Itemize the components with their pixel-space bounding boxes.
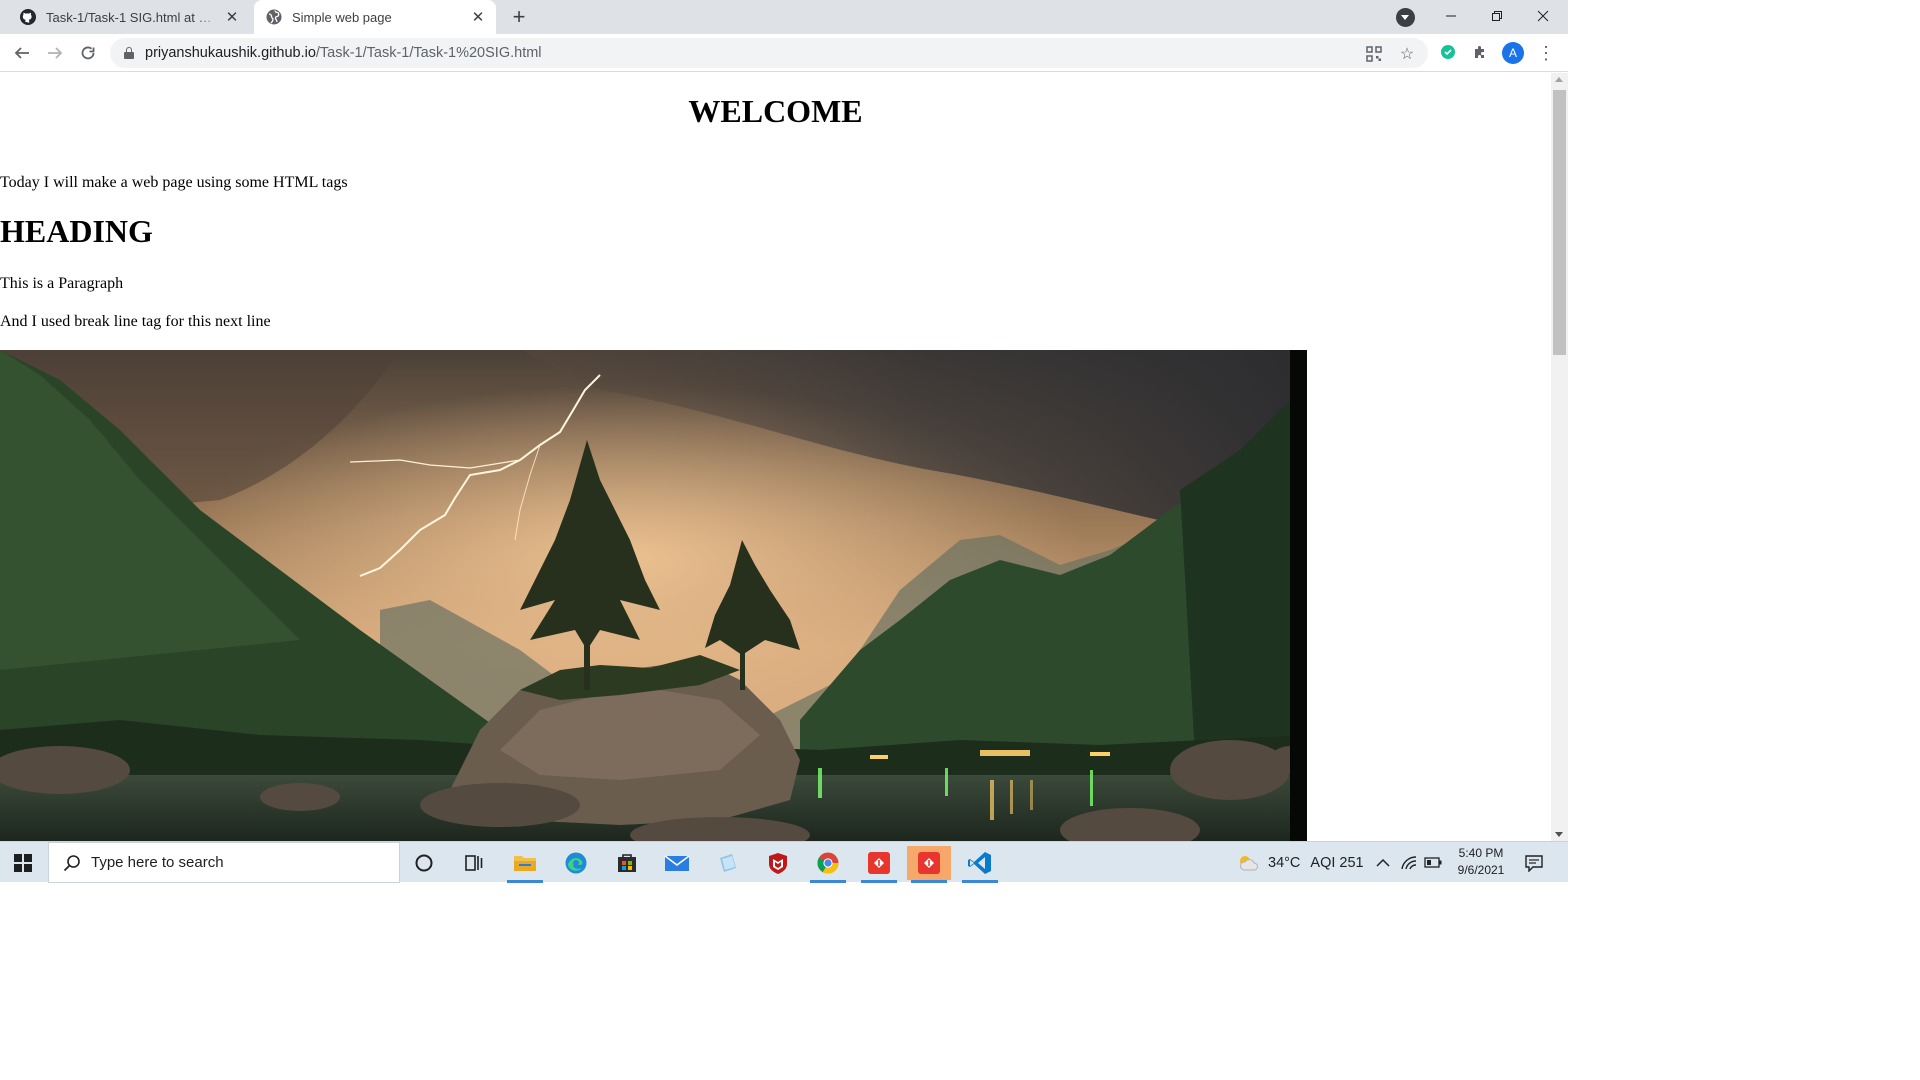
notifications-icon[interactable] <box>1524 842 1544 883</box>
tab-title: Simple web page <box>292 9 392 25</box>
url-text[interactable]: priyanshukaushik.github.io/Task-1/Task-1… <box>145 45 542 61</box>
mcafee-icon[interactable] <box>756 846 800 880</box>
network-icon[interactable] <box>1400 842 1418 883</box>
tab-simple-web-page[interactable]: Simple web page ✕ <box>254 0 496 34</box>
bookmark-star-icon[interactable]: ☆ <box>1396 43 1418 65</box>
menu-kebab-icon[interactable]: ⋮ <box>1537 40 1555 66</box>
taskbar-clock[interactable]: 5:40 PM 9/6/2021 <box>1448 845 1514 879</box>
chrome-icon[interactable] <box>806 846 850 883</box>
taskbar-search-box[interactable]: Type here to search <box>48 842 400 883</box>
close-tab-icon[interactable]: ✕ <box>222 7 242 27</box>
section-heading: HEADING <box>0 213 153 249</box>
globe-icon <box>266 9 282 25</box>
vscode-icon[interactable] <box>958 846 1002 883</box>
clock-time: 5:40 PM <box>1458 846 1504 860</box>
restore-button[interactable] <box>1474 0 1520 32</box>
welcome-heading: WELCOME <box>688 93 863 129</box>
notes-app-icon[interactable] <box>706 846 750 880</box>
task-view-icon[interactable] <box>452 846 496 880</box>
microsoft-store-icon[interactable] <box>605 846 649 880</box>
windows-taskbar: Type here to search 34°C AQI 251 5:40 PM… <box>0 841 1568 883</box>
aqi-text: AQI 251 <box>1310 854 1364 871</box>
mail-icon[interactable] <box>655 846 699 880</box>
tab-search-icon[interactable] <box>1396 8 1415 27</box>
search-placeholder: Type here to search <box>91 854 224 871</box>
extensions-puzzle-icon[interactable] <box>1468 40 1492 64</box>
break-line-text: And I used break line tag for this next … <box>0 313 271 330</box>
browser-toolbar: priyanshukaushik.github.io/Task-1/Task-1… <box>0 34 1568 72</box>
edge-browser-icon[interactable] <box>554 846 598 880</box>
windows-start-icon[interactable] <box>14 854 32 872</box>
github-icon <box>20 9 36 25</box>
profile-avatar[interactable]: A <box>1502 42 1524 64</box>
temperature-text: 34°C <box>1268 854 1301 871</box>
close-tab-icon[interactable]: ✕ <box>468 7 488 27</box>
scroll-thumb[interactable] <box>1553 90 1566 355</box>
tab-title: Task-1/Task-1 SIG.html at main · priyans… <box>46 9 222 25</box>
git-app-active-icon[interactable] <box>907 846 951 883</box>
grammarly-extension-icon[interactable] <box>1436 40 1460 64</box>
cortana-icon[interactable] <box>402 846 446 880</box>
back-arrow-icon[interactable] <box>7 38 37 68</box>
lock-icon[interactable] <box>124 47 134 59</box>
battery-icon[interactable] <box>1424 842 1444 883</box>
vertical-scrollbar[interactable] <box>1551 73 1568 841</box>
tab-strip: Task-1/Task-1 SIG.html at main · priyans… <box>0 0 1568 34</box>
git-app-icon[interactable] <box>857 846 901 883</box>
reload-icon[interactable] <box>73 38 103 68</box>
minimize-button[interactable] <box>1428 0 1474 32</box>
qr-code-icon[interactable] <box>1363 43 1385 65</box>
weather-partly-sunny-icon <box>1240 855 1258 870</box>
landscape-image <box>0 350 1307 841</box>
forward-arrow-icon[interactable] <box>40 38 70 68</box>
address-bar[interactable]: priyanshukaushik.github.io/Task-1/Task-1… <box>110 38 1428 68</box>
search-icon <box>63 854 80 871</box>
page-viewport: WELCOME Today I will make a web page usi… <box>0 73 1551 841</box>
file-explorer-icon[interactable] <box>503 846 547 883</box>
scroll-up-arrow-icon[interactable] <box>1555 77 1563 82</box>
close-window-button[interactable] <box>1520 0 1566 32</box>
intro-paragraph: Today I will make a web page using some … <box>0 174 348 191</box>
scroll-down-arrow-icon[interactable] <box>1555 832 1563 837</box>
paragraph-text: This is a Paragraph <box>0 275 124 292</box>
new-tab-button[interactable]: + <box>507 4 531 29</box>
weather-widget[interactable]: 34°C AQI 251 <box>1236 842 1364 883</box>
show-hidden-icons-chevron-icon[interactable] <box>1376 842 1390 883</box>
clock-date: 9/6/2021 <box>1457 863 1505 877</box>
tab-github[interactable]: Task-1/Task-1 SIG.html at main · priyans… <box>8 0 250 34</box>
